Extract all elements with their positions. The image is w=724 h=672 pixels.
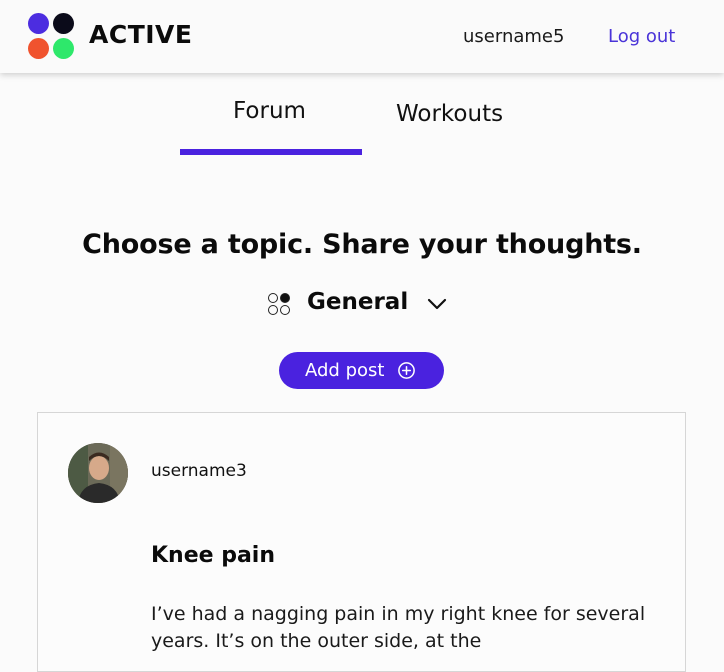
add-post-label: Add post <box>305 360 385 381</box>
post-body: I’ve had a nagging pain in my right knee… <box>151 603 646 652</box>
tab-forum[interactable]: Forum <box>233 98 306 124</box>
logo-dot-orange <box>28 38 49 59</box>
avatar[interactable] <box>68 443 128 503</box>
page-heading: Choose a topic. Share your thoughts. <box>82 229 642 260</box>
brand-name: ACTIVE <box>89 20 193 49</box>
post-title[interactable]: Knee pain <box>151 543 275 568</box>
logout-link[interactable]: Log out <box>608 26 675 47</box>
logo-dot-black <box>53 13 74 34</box>
tab-workouts[interactable]: Workouts <box>396 101 503 127</box>
topic-dots-icon <box>267 291 293 317</box>
active-tab-indicator <box>180 149 362 155</box>
topic-label: General <box>307 289 409 315</box>
app-logo[interactable] <box>28 13 76 61</box>
logo-dot-purple <box>28 13 49 34</box>
chevron-down-icon <box>427 298 447 310</box>
top-header: ACTIVE username5 Log out <box>0 0 724 73</box>
post-username[interactable]: username3 <box>151 461 247 481</box>
plus-circle-icon <box>398 362 415 379</box>
topic-selector[interactable]: General <box>267 289 457 320</box>
logo-dot-green <box>53 38 74 59</box>
current-username: username5 <box>463 26 565 47</box>
add-post-button[interactable]: Add post <box>279 352 444 389</box>
avatar-photo <box>68 443 128 503</box>
